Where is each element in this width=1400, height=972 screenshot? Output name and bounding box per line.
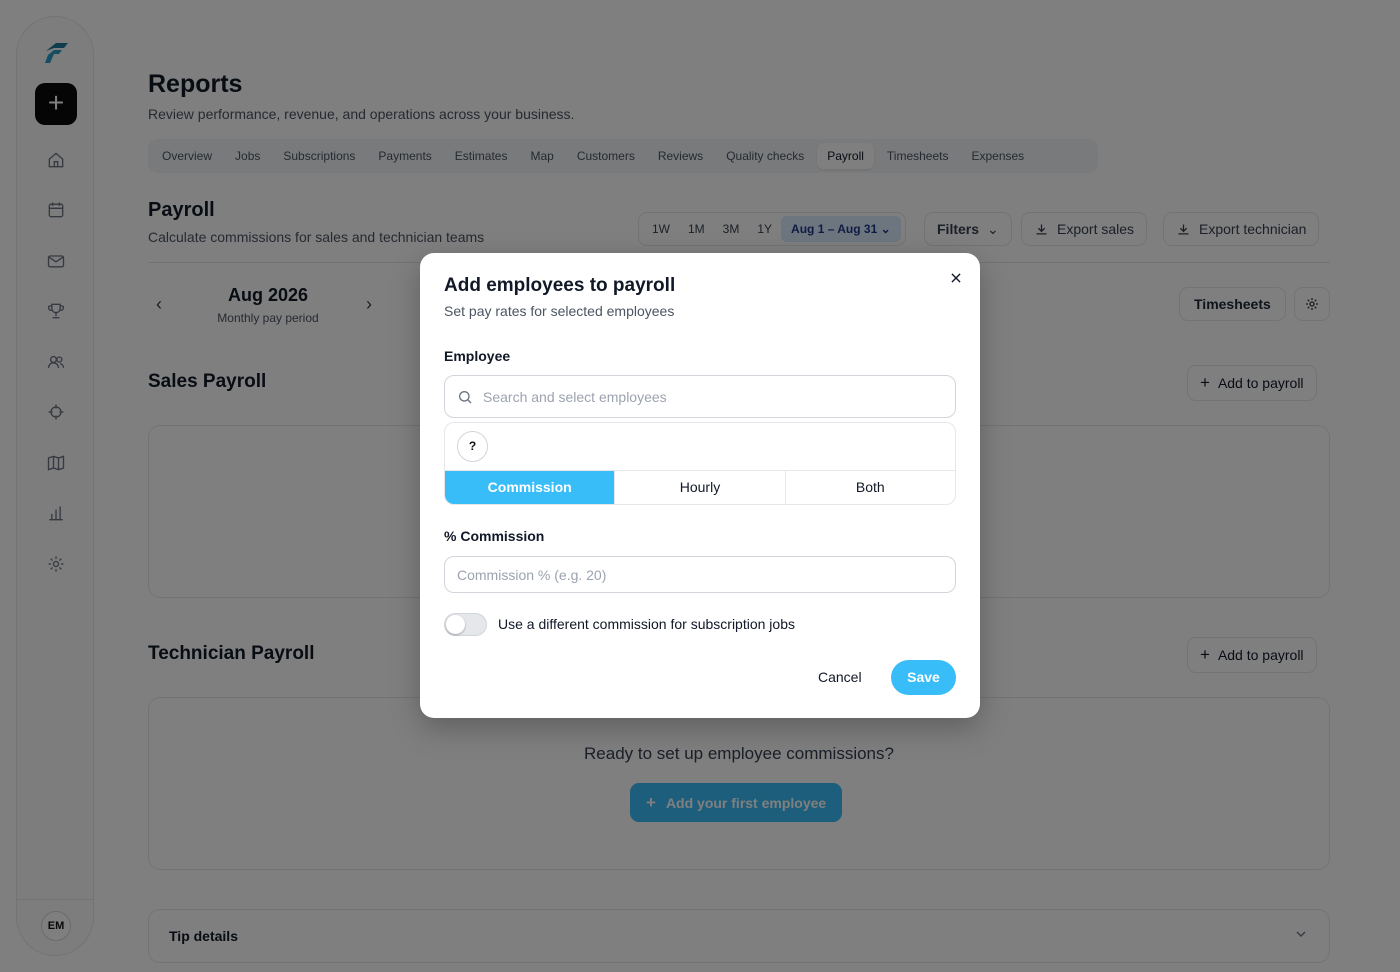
selected-employees-area: ? (444, 422, 956, 470)
toggle-knob (446, 615, 465, 634)
pay-type-commission[interactable]: Commission (445, 471, 616, 504)
employee-chip[interactable]: ? (457, 431, 488, 462)
commission-label: % Commission (444, 528, 545, 544)
cancel-button[interactable]: Cancel (808, 660, 872, 695)
search-icon (459, 391, 472, 404)
pay-type-segmented-control: Commission Hourly Both (444, 470, 956, 505)
pay-type-hourly[interactable]: Hourly (615, 471, 786, 504)
dialog-title: Add employees to payroll (444, 275, 676, 296)
close-icon[interactable] (946, 268, 966, 288)
employee-label: Employee (444, 348, 511, 364)
dialog-subtitle: Set pay rates for selected employees (444, 303, 675, 319)
commission-input[interactable] (444, 556, 956, 593)
employee-search (444, 375, 956, 418)
add-employees-dialog: Add employees to payroll Set pay rates f… (420, 253, 980, 718)
save-button[interactable]: Save (891, 660, 956, 695)
subscription-commission-toggle[interactable] (444, 613, 487, 636)
employee-search-input[interactable] (483, 377, 943, 416)
subscription-commission-label: Use a different commission for subscript… (498, 616, 795, 632)
pay-type-both[interactable]: Both (786, 471, 955, 504)
